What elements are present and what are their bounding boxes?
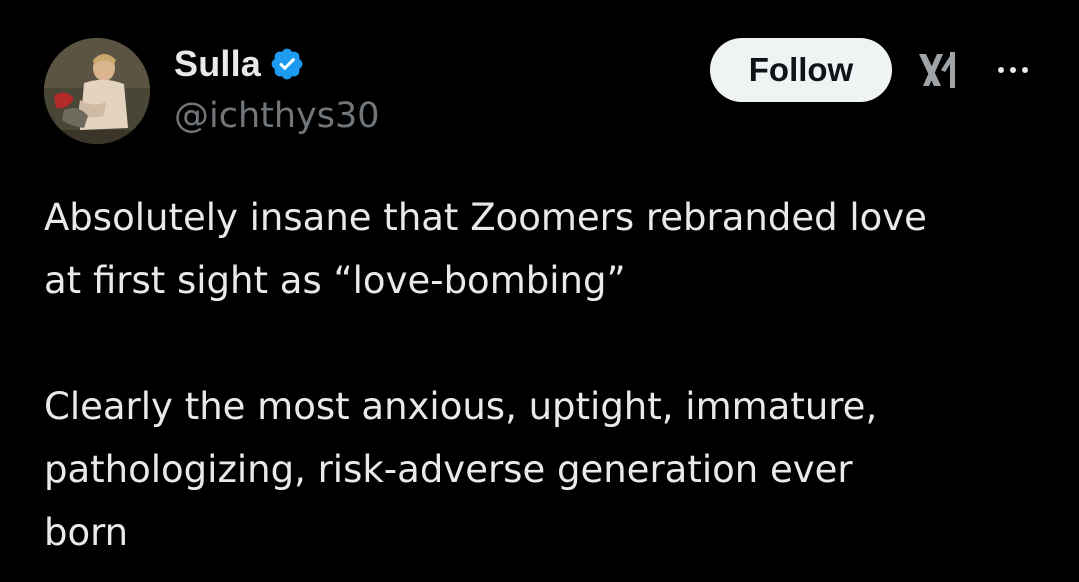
tweet-paragraph-1: Absolutely insane that Zoomers rebranded… [44, 196, 927, 302]
author-display-name[interactable]: Sulla [174, 43, 261, 85]
author-handle[interactable]: @ichthys30 [174, 96, 380, 136]
follow-button[interactable]: Follow [710, 38, 892, 102]
author-info: Sulla @ichthys30 [174, 42, 380, 136]
more-dot [998, 67, 1004, 73]
avatar-painting-icon [44, 38, 150, 144]
display-name-row: Sulla [174, 42, 380, 86]
more-options-icon[interactable] [991, 50, 1035, 90]
verified-badge-icon[interactable] [269, 46, 305, 82]
tweet-header: Sulla @ichthys30 Follow [44, 38, 1044, 148]
tweet-paragraph-2: Clearly the most anxious, uptight, immat… [44, 385, 878, 554]
tweet-text: Absolutely insane that Zoomers rebranded… [44, 186, 1044, 564]
more-dot [1022, 67, 1028, 73]
author-avatar[interactable] [44, 38, 150, 144]
x-logo-icon[interactable] [917, 50, 963, 90]
more-dot [1010, 67, 1016, 73]
